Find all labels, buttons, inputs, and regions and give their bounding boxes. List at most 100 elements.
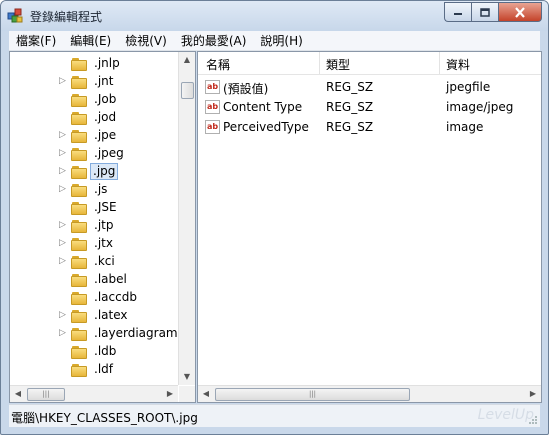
expand-arrow-icon[interactable]: ▷ xyxy=(59,184,66,194)
resize-grip-icon[interactable] xyxy=(528,415,538,425)
menu-favorites[interactable]: 我的最愛(A) xyxy=(174,32,254,49)
tree-item-label: .laccdb xyxy=(94,290,137,304)
tree-item[interactable]: ▷ .latex xyxy=(10,307,178,325)
tree-hscroll-thumb[interactable]: ||| xyxy=(27,388,65,401)
tree-item[interactable]: .jod xyxy=(10,109,178,127)
scroll-right-arrow-icon[interactable]: ▶ xyxy=(525,386,541,402)
expand-arrow-icon[interactable]: ▷ xyxy=(59,220,66,230)
minimize-icon xyxy=(454,13,462,15)
tree-item-label: .jnlp xyxy=(94,56,120,70)
tree-item-label: .JSE xyxy=(94,200,117,214)
window-title: 登錄編輯程式 xyxy=(30,10,103,24)
tree-item[interactable]: ▷ .jpeg xyxy=(10,145,178,163)
expand-arrow-icon[interactable]: ▷ xyxy=(59,76,66,86)
tree-item-label: .kci xyxy=(94,254,115,268)
title-bar[interactable]: 登錄編輯程式 xyxy=(1,1,548,31)
tree-item[interactable]: .laccdb xyxy=(10,289,178,307)
tree-item[interactable]: .ldf xyxy=(10,361,178,379)
tree-vertical-scrollbar[interactable]: ▲ ▼ xyxy=(178,52,195,385)
value-row[interactable]: ab (預設值) REG_SZ jpegfile xyxy=(198,77,541,97)
scroll-corner xyxy=(179,386,195,402)
menu-edit[interactable]: 編輯(E) xyxy=(63,32,118,49)
expand-arrow-icon[interactable]: ▷ xyxy=(59,310,66,320)
scroll-down-arrow-icon[interactable]: ▼ xyxy=(179,369,195,385)
scroll-right-arrow-icon[interactable]: ▶ xyxy=(162,386,178,402)
value-row[interactable]: ab Content Type REG_SZ image/jpeg xyxy=(198,97,541,117)
column-header-data[interactable]: 資料 xyxy=(446,56,470,73)
column-divider[interactable] xyxy=(439,52,440,74)
expand-arrow-icon[interactable]: ▷ xyxy=(59,166,66,176)
maximize-button[interactable] xyxy=(471,2,498,22)
menu-file[interactable]: 檔案(F) xyxy=(9,32,63,49)
folder-icon xyxy=(71,94,87,107)
tree-item-label: .jpe xyxy=(94,128,117,142)
value-type-cell: REG_SZ xyxy=(326,120,374,134)
watermark-text: LevelUp xyxy=(477,407,534,423)
folder-icon xyxy=(71,58,87,71)
folder-icon xyxy=(71,256,87,269)
scroll-left-arrow-icon[interactable]: ◀ xyxy=(10,386,26,402)
expand-arrow-icon[interactable]: ▷ xyxy=(59,238,66,248)
tree-item-label: .ldf xyxy=(94,362,113,376)
tree-item-label: .ldb xyxy=(94,344,117,358)
tree-item-label: .js xyxy=(94,182,108,196)
key-tree-pane[interactable]: .jnlp ▷ .jnt .Job .jod ▷ .jpe ▷ .jpeg ▷ .jpg ▷ .js .J… xyxy=(9,51,196,403)
tree-item-label: .Job xyxy=(94,92,117,106)
expand-arrow-icon[interactable]: ▷ xyxy=(59,130,66,140)
tree-item[interactable]: ▷ .jnt xyxy=(10,73,178,91)
menu-view[interactable]: 檢視(V) xyxy=(118,32,174,49)
folder-icon xyxy=(71,310,87,323)
folder-icon xyxy=(71,274,87,287)
value-name-cell: Content Type xyxy=(223,100,303,114)
tree-horizontal-scrollbar[interactable]: ◀ ||| ▶ xyxy=(10,385,178,402)
tree-item[interactable]: ▷ .jpg xyxy=(10,163,178,181)
scroll-left-arrow-icon[interactable]: ◀ xyxy=(198,386,214,402)
expand-arrow-icon[interactable]: ▷ xyxy=(59,328,66,338)
value-row[interactable]: ab PerceivedType REG_SZ image xyxy=(198,117,541,137)
close-button[interactable] xyxy=(498,2,542,22)
folder-icon xyxy=(71,76,87,89)
tree-item[interactable]: ▷ .kci xyxy=(10,253,178,271)
tree-item[interactable]: ▷ .jtx xyxy=(10,235,178,253)
tree-scroll-thumb[interactable] xyxy=(181,82,194,99)
values-horizontal-scrollbar[interactable]: ◀ ||| ▶ xyxy=(198,385,541,402)
tree-item[interactable]: ▷ .jtp xyxy=(10,217,178,235)
registry-editor-window: 登錄編輯程式 檔案(F) 編輯(E) 檢視(V) 我的最愛(A) 說明(H) .… xyxy=(0,0,549,435)
column-header-type[interactable]: 類型 xyxy=(326,56,350,73)
tree-item-label: .latex xyxy=(94,308,128,322)
tree-item[interactable]: .JSE xyxy=(10,199,178,217)
tree-item[interactable]: ▷ .layerdiagram xyxy=(10,325,178,343)
value-name-cell: PerceivedType xyxy=(223,120,309,134)
tree-item[interactable]: .jnlp xyxy=(10,55,178,73)
folder-icon xyxy=(71,130,87,143)
tree-item[interactable]: ▷ .jpe xyxy=(10,127,178,145)
tree-item-label: .jpeg xyxy=(94,146,124,160)
scroll-up-arrow-icon[interactable]: ▲ xyxy=(179,52,195,68)
tree-item[interactable]: ▷ .js xyxy=(10,181,178,199)
folder-icon xyxy=(71,112,87,125)
values-header: 名稱 類型 資料 xyxy=(198,52,541,75)
value-name-cell: (預設值) xyxy=(223,82,269,96)
column-divider[interactable] xyxy=(319,52,320,74)
folder-icon xyxy=(71,292,87,305)
tree-item-label: .jnt xyxy=(94,74,114,88)
values-pane[interactable]: 名稱 類型 資料 ab (預設值) REG_SZ jpegfile ab Content … xyxy=(197,51,542,403)
expand-arrow-icon[interactable]: ▷ xyxy=(59,148,66,158)
tree-item-label: .jpg xyxy=(90,163,119,180)
expand-arrow-icon[interactable]: ▷ xyxy=(59,256,66,266)
tree-item[interactable]: .Job xyxy=(10,91,178,109)
tree-item-label: .layerdiagram xyxy=(94,326,178,340)
status-bar: 電腦\HKEY_CLASSES_ROOT\.jpg LevelUp xyxy=(9,404,540,427)
menu-help[interactable]: 說明(H) xyxy=(253,32,309,49)
folder-icon xyxy=(71,202,87,215)
value-data-cell: jpegfile xyxy=(446,80,491,94)
folder-icon xyxy=(71,238,87,251)
column-header-name[interactable]: 名稱 xyxy=(206,56,230,73)
tree-item[interactable]: .ldb xyxy=(10,343,178,361)
tree-item[interactable]: .label xyxy=(10,271,178,289)
tree-item-label: .jtx xyxy=(94,236,113,250)
values-hscroll-thumb[interactable]: ||| xyxy=(215,388,410,401)
menu-bar: 檔案(F) 編輯(E) 檢視(V) 我的最愛(A) 說明(H) xyxy=(9,31,540,51)
string-value-icon: ab xyxy=(205,80,220,94)
minimize-button[interactable] xyxy=(444,2,471,22)
